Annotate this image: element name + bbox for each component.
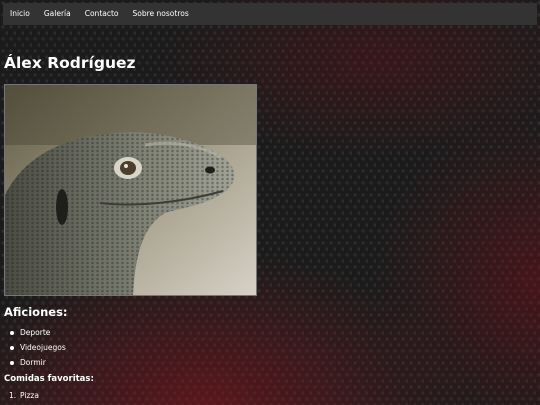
list-item: 1. Pizza [9,391,39,405]
list-item-label: Pizza [20,391,39,400]
list-item: Videojuegos [10,343,66,358]
list-item: Deporte [10,328,66,343]
list-item: Dormir [10,358,66,373]
navbar: Inicio Galería Contacto Sobre nosotros [3,3,537,25]
favorite-foods-list: 1. Pizza [9,391,39,405]
list-number: 1. [9,391,17,400]
page-title: Álex Rodríguez [4,54,136,72]
nav-link-sobre-nosotros[interactable]: Sobre nosotros [126,3,196,25]
favorite-foods-title: Comidas favoritas: [4,374,94,384]
hobbies-title: Aficiones: [4,305,68,319]
nav-link-inicio[interactable]: Inicio [3,3,37,25]
hobbies-list: Deporte Videojuegos Dormir [10,328,66,373]
nav-link-contacto[interactable]: Contacto [78,3,126,25]
lizard-photo [4,84,257,296]
nav-link-galeria[interactable]: Galería [37,3,78,25]
